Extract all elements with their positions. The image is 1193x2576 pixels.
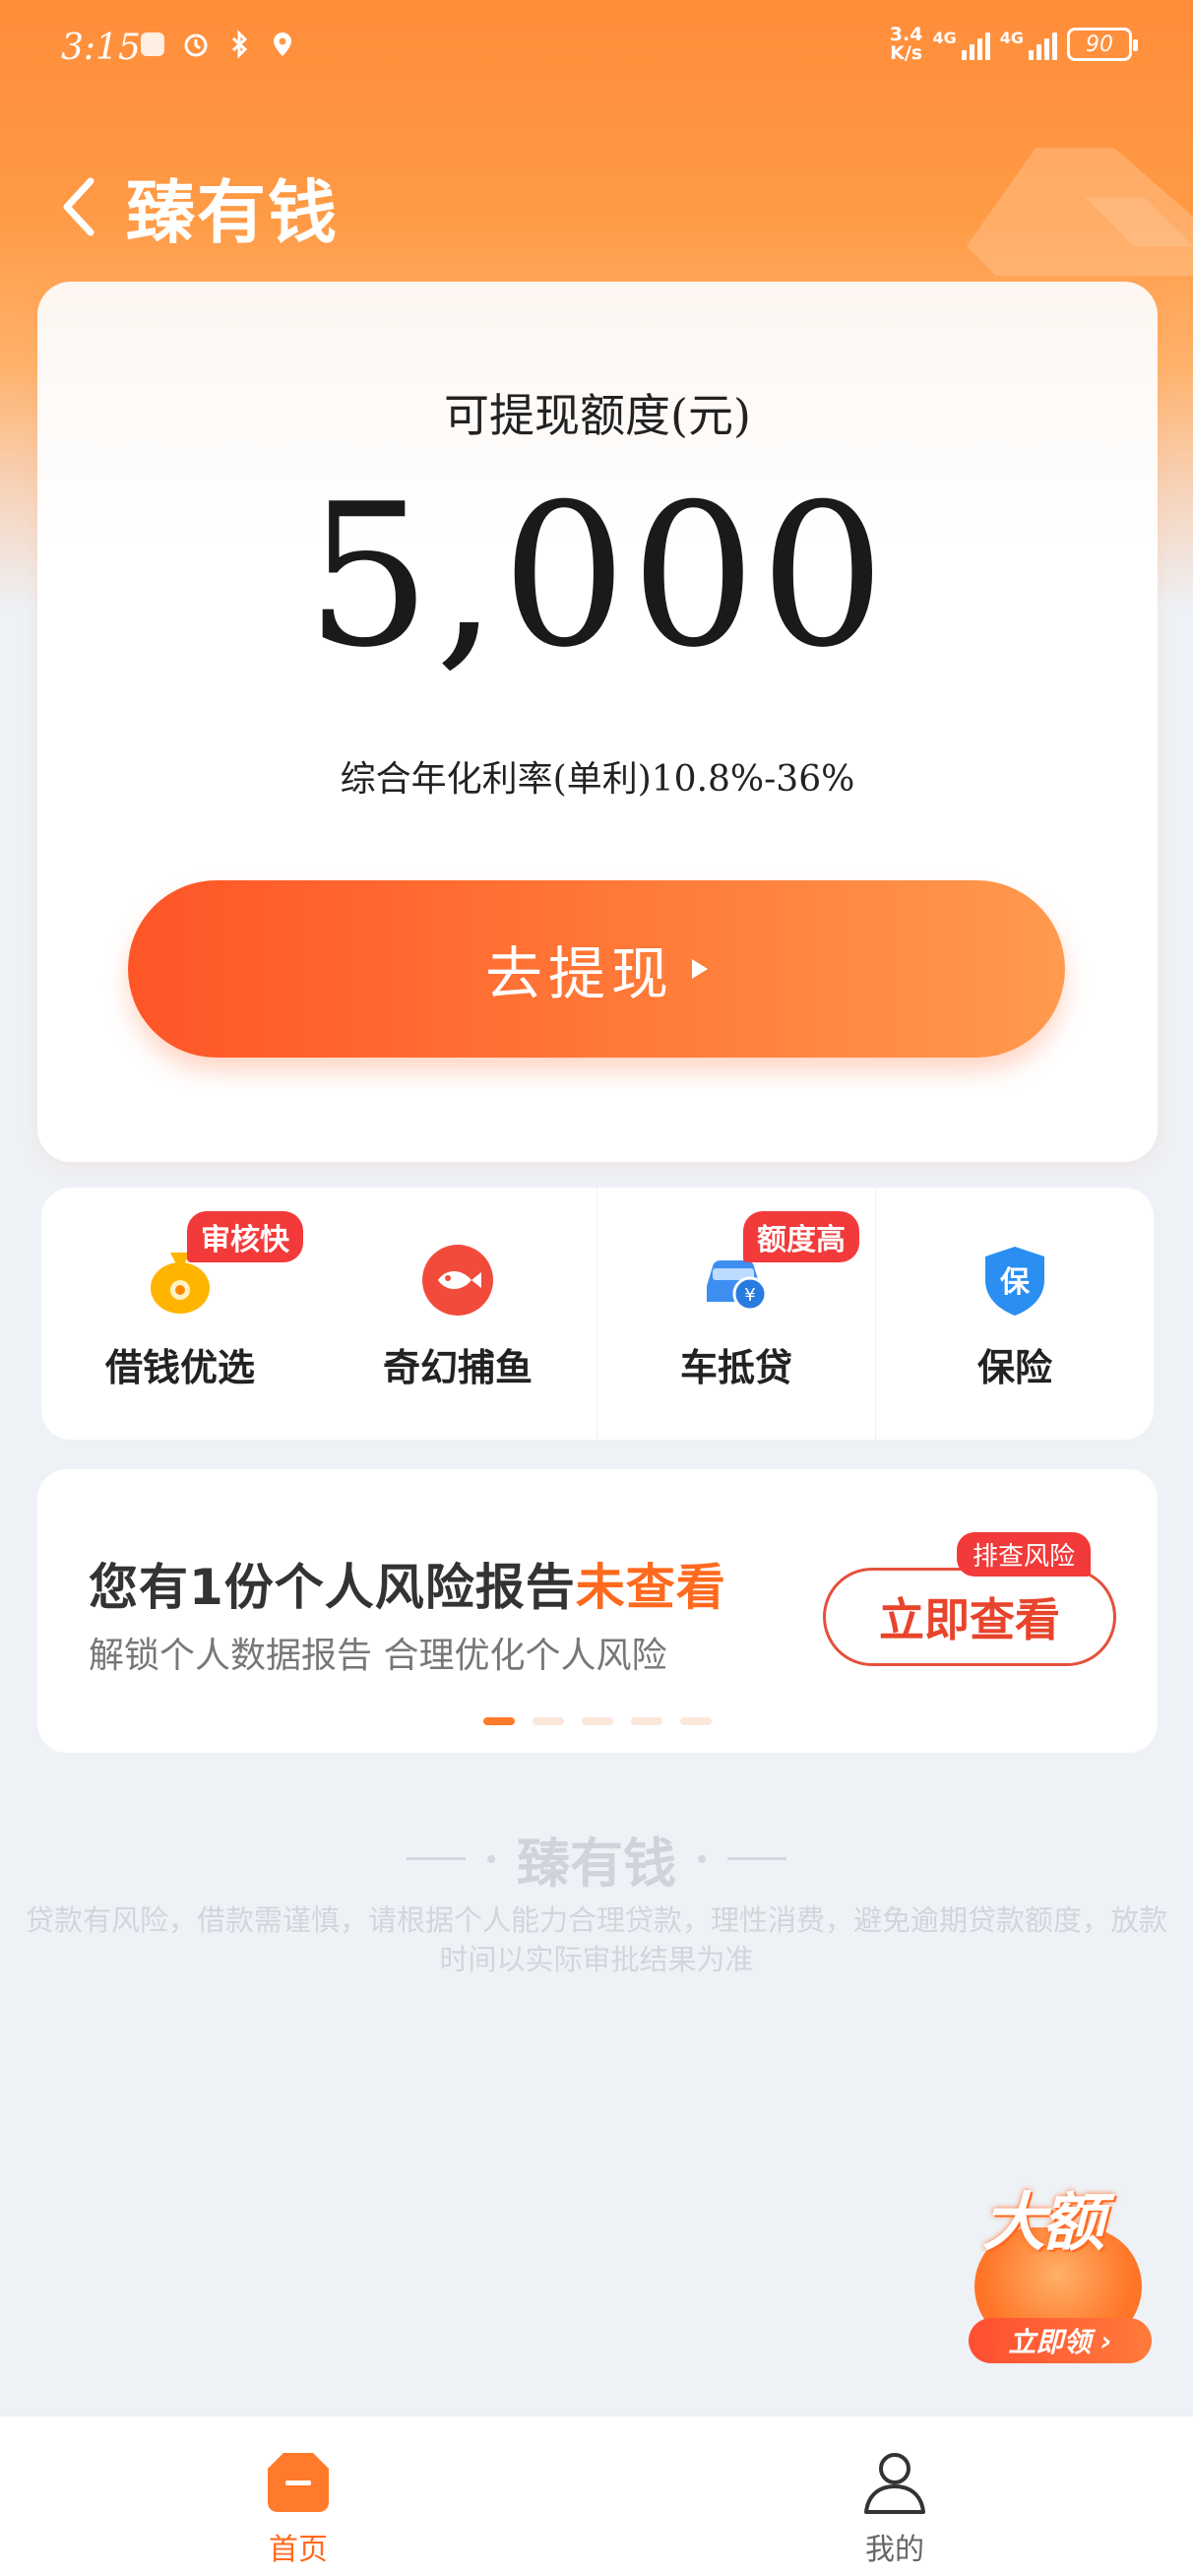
quick-action-borrow[interactable]: 借钱优选 审核快 <box>41 1188 319 1440</box>
tab-mine[interactable]: 我的 <box>596 2416 1193 2576</box>
divider <box>727 1857 786 1860</box>
banner-title: 您有1份个人风险报告未查看 <box>89 1559 726 1616</box>
status-bar: 3:15 3.4 K/s 4G 4G 90 <box>0 0 1193 98</box>
quick-action-label: 借钱优选 <box>104 1346 255 1389</box>
banner-pagination <box>37 1717 1158 1725</box>
quick-action-insurance[interactable]: 保 保险 <box>875 1188 1154 1440</box>
quick-actions: 借钱优选 审核快 奇幻捕鱼 ¥ 车抵贷 额度高 保 保险 <box>41 1188 1154 1440</box>
banner-title-highlight: 未查看 <box>575 1559 726 1616</box>
signal-icon-2: 4G <box>1000 29 1057 60</box>
tab-label: 首页 <box>269 2533 328 2567</box>
footer-brand: 臻有钱 <box>517 1833 676 1895</box>
fish-icon <box>420 1243 495 1318</box>
play-arrow-icon <box>692 959 708 979</box>
banner-subtitle: 解锁个人数据报告 合理优化个人风险 <box>89 1636 667 1676</box>
withdraw-label: 去提现 <box>484 940 674 1007</box>
status-right: 3.4 K/s 4G 4G 90 <box>889 24 1138 64</box>
app-notification-icon <box>141 32 164 56</box>
banner-dot[interactable] <box>631 1717 662 1725</box>
banner-dot[interactable] <box>582 1717 613 1725</box>
app-header: 臻有钱 <box>0 138 1193 266</box>
quick-action-fishing[interactable]: 奇幻捕鱼 <box>319 1188 596 1440</box>
quota-amount: 5,000 <box>305 462 890 691</box>
svg-text:保: 保 <box>1000 1265 1031 1300</box>
floating-promo[interactable]: 大额 立即领 › <box>965 2172 1162 2369</box>
location-icon <box>274 32 291 56</box>
banner-dot[interactable] <box>483 1717 515 1725</box>
quick-action-label: 奇幻捕鱼 <box>382 1346 533 1389</box>
view-now-button[interactable]: 立即查看 <box>823 1568 1116 1666</box>
status-time: 3:15 <box>61 28 141 68</box>
battery-icon: 90 <box>1067 28 1138 61</box>
bottom-tab-bar: 首页 我的 <box>0 2416 1193 2576</box>
shield-icon: 保 <box>977 1243 1052 1318</box>
user-icon <box>859 2446 930 2517</box>
page-title: 臻有钱 <box>126 172 339 253</box>
divider-dot <box>487 1854 495 1863</box>
banner-dot[interactable] <box>533 1717 564 1725</box>
tab-label: 我的 <box>865 2533 924 2567</box>
network-speed: 3.4 K/s <box>889 24 923 64</box>
home-icon <box>263 2446 334 2517</box>
back-button[interactable] <box>49 167 108 246</box>
status-icons <box>138 30 297 59</box>
divider <box>407 1857 466 1860</box>
brand-footer: 臻有钱 <box>0 1820 1193 1898</box>
banner-tag: 排查风险 <box>957 1532 1092 1577</box>
alarm-icon <box>184 33 208 57</box>
signal-icon-1: 4G <box>932 29 990 60</box>
quota-label: 可提现额度(元) <box>444 389 751 442</box>
bluetooth-icon <box>231 30 248 59</box>
quick-action-tag: 额度高 <box>743 1211 859 1262</box>
withdraw-button[interactable]: 去提现 <box>128 880 1065 1058</box>
quick-action-tag: 审核快 <box>187 1211 303 1262</box>
quick-action-label: 保险 <box>976 1346 1052 1389</box>
quick-action-car-loan[interactable]: ¥ 车抵贷 额度高 <box>596 1188 875 1440</box>
divider-dot <box>698 1854 706 1863</box>
svg-text:¥: ¥ <box>744 1285 755 1306</box>
tab-home[interactable]: 首页 <box>0 2416 596 2576</box>
loan-disclaimer: 贷款有风险，借款需谨慎，请根据个人能力合理贷款，理性消费，避免逾期贷款额度，放款… <box>25 1903 1167 1976</box>
quota-card: 可提现额度(元) 5,000 综合年化利率(单利)10.8%-36% 去提现 <box>37 282 1158 1162</box>
risk-report-banner[interactable]: 您有1份个人风险报告未查看 解锁个人数据报告 合理优化个人风险 立即查看 排查风… <box>37 1469 1158 1753</box>
banner-dot[interactable] <box>680 1717 712 1725</box>
quick-action-label: 车抵贷 <box>679 1346 792 1389</box>
promo-word: 大额 <box>982 2187 1104 2260</box>
promo-claim-button[interactable]: 立即领 › <box>969 2318 1152 2363</box>
back-arrow-icon <box>63 177 94 236</box>
interest-rate-text: 综合年化利率(单利)10.8%-36% <box>340 759 855 800</box>
